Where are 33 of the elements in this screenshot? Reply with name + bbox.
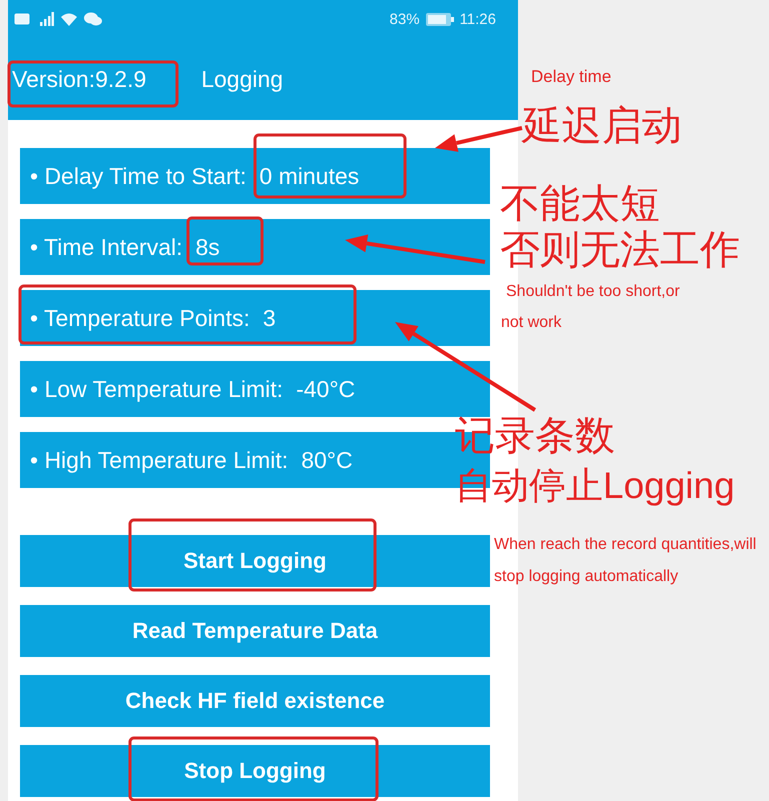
- setting-label: • Delay Time to Start:: [30, 162, 246, 190]
- setting-label: • Time Interval:: [30, 234, 182, 260]
- clock: 11:26: [460, 10, 496, 28]
- setting-value: 80°C: [301, 446, 353, 474]
- action-button[interactable]: Start Logging: [20, 535, 490, 587]
- setting-value: 0 minutes: [259, 162, 360, 190]
- setting-label: • Temperature Points:: [30, 304, 250, 332]
- battery-percent: 83%: [390, 10, 420, 28]
- setting-row[interactable]: • Temperature Points: 3: [20, 290, 490, 346]
- annotation-text: stop logging automatically: [494, 568, 678, 586]
- battery-icon: [426, 12, 454, 26]
- annotation-text: When reach the record quantities,will: [494, 536, 756, 554]
- setting-value: 8s: [196, 234, 220, 260]
- wifi-icon: [60, 12, 78, 26]
- annotation-text: not work: [501, 314, 562, 332]
- setting-label: • Low Temperature Limit:: [30, 376, 284, 402]
- setting-row[interactable]: • Low Temperature Limit: -40°C: [20, 361, 490, 417]
- version-label: Version:9.2.9: [12, 66, 146, 92]
- annotation-text: Shouldn't be too short,or: [506, 283, 680, 301]
- annotation-text: 否则无法工作: [500, 228, 740, 272]
- setting-row[interactable]: • Time Interval: 8s: [20, 219, 490, 275]
- annotation-text: 不能太短: [500, 182, 660, 226]
- screen-title: Logging: [201, 66, 284, 92]
- setting-value: -40°C: [296, 376, 356, 402]
- setting-label: • High Temperature Limit:: [30, 446, 288, 474]
- action-button[interactable]: Read Temperature Data: [20, 605, 490, 657]
- annotation-text: 延迟启动: [522, 104, 682, 148]
- setting-value: 3: [262, 304, 276, 332]
- action-button[interactable]: Check HF field existence: [20, 675, 490, 727]
- action-button[interactable]: Stop Logging: [20, 745, 490, 797]
- annotation-text: Delay time: [531, 68, 612, 87]
- setting-row[interactable]: • Delay Time to Start: 0 minutes: [20, 148, 490, 204]
- chat-icon: [84, 12, 102, 26]
